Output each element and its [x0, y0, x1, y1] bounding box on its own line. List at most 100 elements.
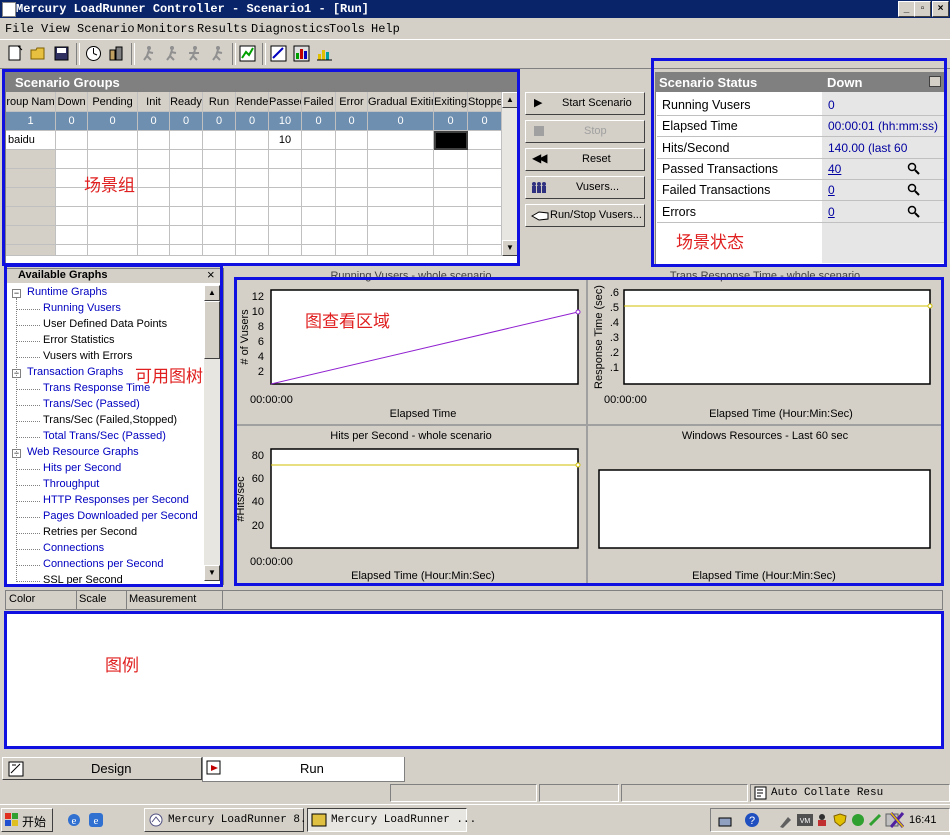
- status-value[interactable]: 0: [828, 205, 835, 219]
- group-passed-cell[interactable]: 10: [269, 131, 302, 150]
- group-cell[interactable]: [88, 245, 138, 256]
- tree-category[interactable]: Transaction Graphs: [27, 366, 123, 378]
- monitor-tray-icon[interactable]: [868, 813, 882, 827]
- tree-item[interactable]: SSL per Second: [43, 574, 123, 586]
- group-cell[interactable]: [269, 188, 302, 207]
- group-cell[interactable]: [236, 245, 269, 256]
- group-cell[interactable]: [302, 188, 336, 207]
- analysis-icon[interactable]: [292, 44, 311, 63]
- group-cell[interactable]: [269, 245, 302, 256]
- group-cell[interactable]: [236, 169, 269, 188]
- pen-tray-icon[interactable]: [778, 813, 794, 829]
- group-cell[interactable]: [203, 169, 236, 188]
- tree-item[interactable]: Throughput: [43, 478, 99, 490]
- group-column-header[interactable]: roup Nam: [6, 92, 56, 112]
- group-cell[interactable]: [170, 226, 203, 245]
- close-panel-icon[interactable]: ×: [207, 267, 215, 282]
- group-column-header[interactable]: Pending: [88, 92, 138, 112]
- tree-item[interactable]: Connections per Second: [43, 558, 163, 570]
- tree-item[interactable]: Vusers with Errors: [43, 350, 132, 362]
- legend-col-measurement[interactable]: Measurement: [129, 593, 196, 605]
- tree-scrollbar[interactable]: ▲ ▼: [204, 285, 220, 581]
- group-cell[interactable]: [6, 207, 56, 226]
- group-cell[interactable]: [203, 188, 236, 207]
- group-cell[interactable]: [468, 150, 502, 169]
- menu-help[interactable]: Help: [371, 22, 400, 36]
- group-cell[interactable]: [434, 169, 468, 188]
- tree-item[interactable]: Trans/Sec (Passed): [43, 398, 140, 410]
- group-column-header[interactable]: Init: [138, 92, 170, 112]
- tab-design[interactable]: Design: [2, 757, 202, 780]
- group-cell[interactable]: [170, 245, 203, 256]
- tree-item[interactable]: Connections: [43, 542, 104, 554]
- hits-per-second-graph[interactable]: 80 60 40 20 #Hits/sec 00:00:00 Elapsed T…: [236, 444, 586, 584]
- graph-layout-icon[interactable]: [238, 44, 257, 63]
- group-cell[interactable]: [138, 245, 170, 256]
- detach-icon[interactable]: [929, 76, 941, 87]
- group-cell[interactable]: [368, 245, 434, 256]
- graph-props-icon[interactable]: [269, 44, 288, 63]
- group-column-header[interactable]: Passed: [269, 92, 302, 112]
- group-cell[interactable]: [56, 131, 88, 150]
- group-cell[interactable]: [434, 226, 468, 245]
- group-cell[interactable]: [368, 226, 434, 245]
- windows-resources-graph[interactable]: Elapsed Time (Hour:Min:Sec): [590, 444, 940, 584]
- group-cell[interactable]: [368, 169, 434, 188]
- group-cell[interactable]: [302, 150, 336, 169]
- run-stop-vusers-button[interactable]: Run/Stop Vusers...: [525, 204, 645, 227]
- legend-col-scale[interactable]: Scale: [79, 593, 107, 605]
- minimize-button[interactable]: _: [898, 1, 915, 17]
- group-column-header[interactable]: Rende: [236, 92, 269, 112]
- group-column-header[interactable]: Error: [336, 92, 368, 112]
- group-column-header[interactable]: Stoppe: [468, 92, 502, 112]
- stop-button[interactable]: Stop: [525, 120, 645, 143]
- group-cell[interactable]: [302, 131, 336, 150]
- tab-run[interactable]: Run: [202, 757, 405, 782]
- start-scenario-button[interactable]: ▶ Start Scenario: [525, 92, 645, 115]
- shield-tray-icon[interactable]: [833, 813, 847, 827]
- group-cell[interactable]: [203, 245, 236, 256]
- group-cell[interactable]: [138, 169, 170, 188]
- new-scenario-icon[interactable]: [6, 44, 25, 63]
- group-cell[interactable]: [468, 207, 502, 226]
- group-cell[interactable]: [336, 226, 368, 245]
- group-cell[interactable]: [6, 226, 56, 245]
- running-vusers-graph[interactable]: 12 10 8 6 4 2 # of Vusers 00:00:00 Elaps…: [236, 282, 586, 422]
- save-icon[interactable]: [52, 44, 71, 63]
- group-cell[interactable]: [170, 188, 203, 207]
- scroll-down-icon[interactable]: ▼: [502, 240, 518, 256]
- group-name-cell[interactable]: baidu: [6, 131, 56, 150]
- group-cell[interactable]: [138, 207, 170, 226]
- tree-item[interactable]: Retries per Second: [43, 526, 137, 538]
- quicklaunch-icon[interactable]: e: [88, 812, 104, 828]
- menu-monitors[interactable]: Monitors: [137, 22, 195, 36]
- group-column-header[interactable]: Failed: [302, 92, 336, 112]
- group-cell[interactable]: [302, 207, 336, 226]
- tree-item[interactable]: User Defined Data Points: [43, 318, 167, 330]
- tree-item[interactable]: Pages Downloaded per Second: [43, 510, 198, 522]
- menu-tools[interactable]: Tools: [329, 22, 365, 36]
- trans-response-graph[interactable]: .6 .5 .4 .3 .2 .1 Response Time (sec) 00…: [590, 282, 940, 422]
- group-cell[interactable]: [88, 207, 138, 226]
- security-tray-icon[interactable]: [851, 813, 865, 827]
- group-cell[interactable]: [88, 226, 138, 245]
- group-cell[interactable]: [302, 226, 336, 245]
- group-cell[interactable]: [302, 169, 336, 188]
- group-cell[interactable]: [468, 169, 502, 188]
- ie-icon[interactable]: e: [66, 812, 82, 828]
- group-cell[interactable]: [302, 245, 336, 256]
- group-cell[interactable]: [203, 150, 236, 169]
- group-cell[interactable]: [468, 245, 502, 256]
- x-tray-icon[interactable]: [889, 811, 905, 829]
- group-cell[interactable]: [56, 207, 88, 226]
- group-cell[interactable]: [434, 188, 468, 207]
- group-cell[interactable]: [336, 188, 368, 207]
- menu-diagnostics[interactable]: Diagnostics: [251, 22, 330, 36]
- network-tray-icon[interactable]: [717, 812, 733, 828]
- group-cell[interactable]: [6, 188, 56, 207]
- status-value[interactable]: 40: [828, 162, 841, 176]
- group-cell[interactable]: [6, 245, 56, 256]
- group-selected-cell[interactable]: [434, 131, 468, 150]
- group-cell[interactable]: [236, 207, 269, 226]
- vm-tray-icon[interactable]: VM: [796, 813, 814, 827]
